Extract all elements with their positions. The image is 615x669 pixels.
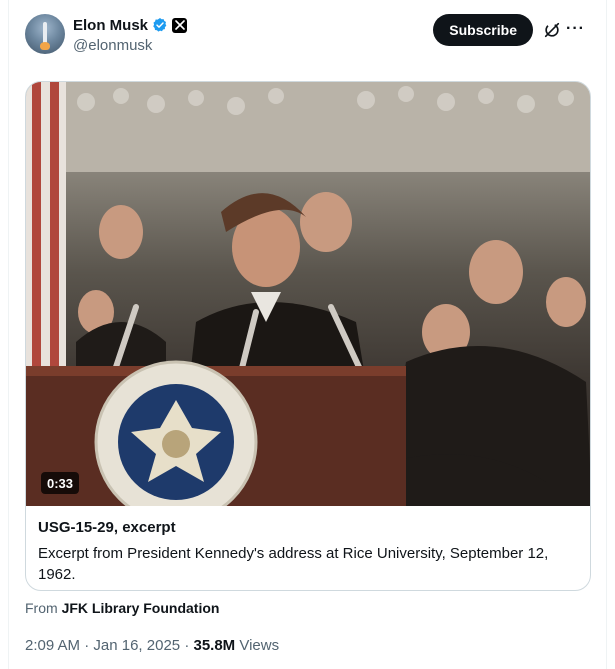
more-options-icon[interactable]: ···	[566, 19, 585, 39]
media-card-description: Excerpt from President Kennedy's address…	[38, 545, 549, 583]
source-prefix: From	[25, 600, 58, 616]
verified-badge-icon	[153, 18, 167, 32]
author-display-name[interactable]: Elon Musk	[73, 17, 148, 34]
subscribe-button[interactable]: Subscribe	[433, 14, 533, 46]
post-time[interactable]: 2:09 AM	[25, 637, 80, 654]
post-date[interactable]: Jan 16, 2025	[93, 637, 180, 654]
video-player[interactable]: 0:33	[26, 82, 590, 506]
media-card[interactable]: 0:33 USG-15-29, excerpt Excerpt from Pre…	[25, 81, 591, 591]
avatar[interactable]	[25, 14, 65, 54]
author-names: Elon Musk @elonmusk	[73, 15, 188, 54]
post-header: Elon Musk @elonmusk Subscribe ···	[25, 12, 603, 62]
source-name-link[interactable]: JFK Library Foundation	[62, 600, 220, 616]
media-card-title: USG-15-29, excerpt	[38, 519, 176, 536]
video-duration-badge: 0:33	[41, 472, 80, 494]
media-card-text[interactable]: USG-15-29, excerpt Excerpt from Presiden…	[26, 506, 590, 585]
views-count: 35.8M	[193, 637, 236, 654]
grok-icon[interactable]	[543, 21, 561, 39]
name-row: Elon Musk	[73, 15, 188, 35]
source-attribution: From JFK Library Foundation	[25, 600, 219, 616]
avatar-rocket-shape	[43, 22, 47, 44]
meta-separator: ·	[84, 637, 90, 654]
avatar-flame-shape	[40, 42, 50, 50]
meta-separator: ·	[184, 637, 190, 654]
author-handle[interactable]: @elonmusk	[73, 37, 187, 54]
post-meta: 2:09 AM · Jan 16, 2025 · 35.8M Views	[25, 637, 279, 654]
video-frame-illustration	[26, 82, 590, 506]
views-label: Views	[239, 637, 280, 654]
x-logo-icon[interactable]	[172, 17, 188, 33]
